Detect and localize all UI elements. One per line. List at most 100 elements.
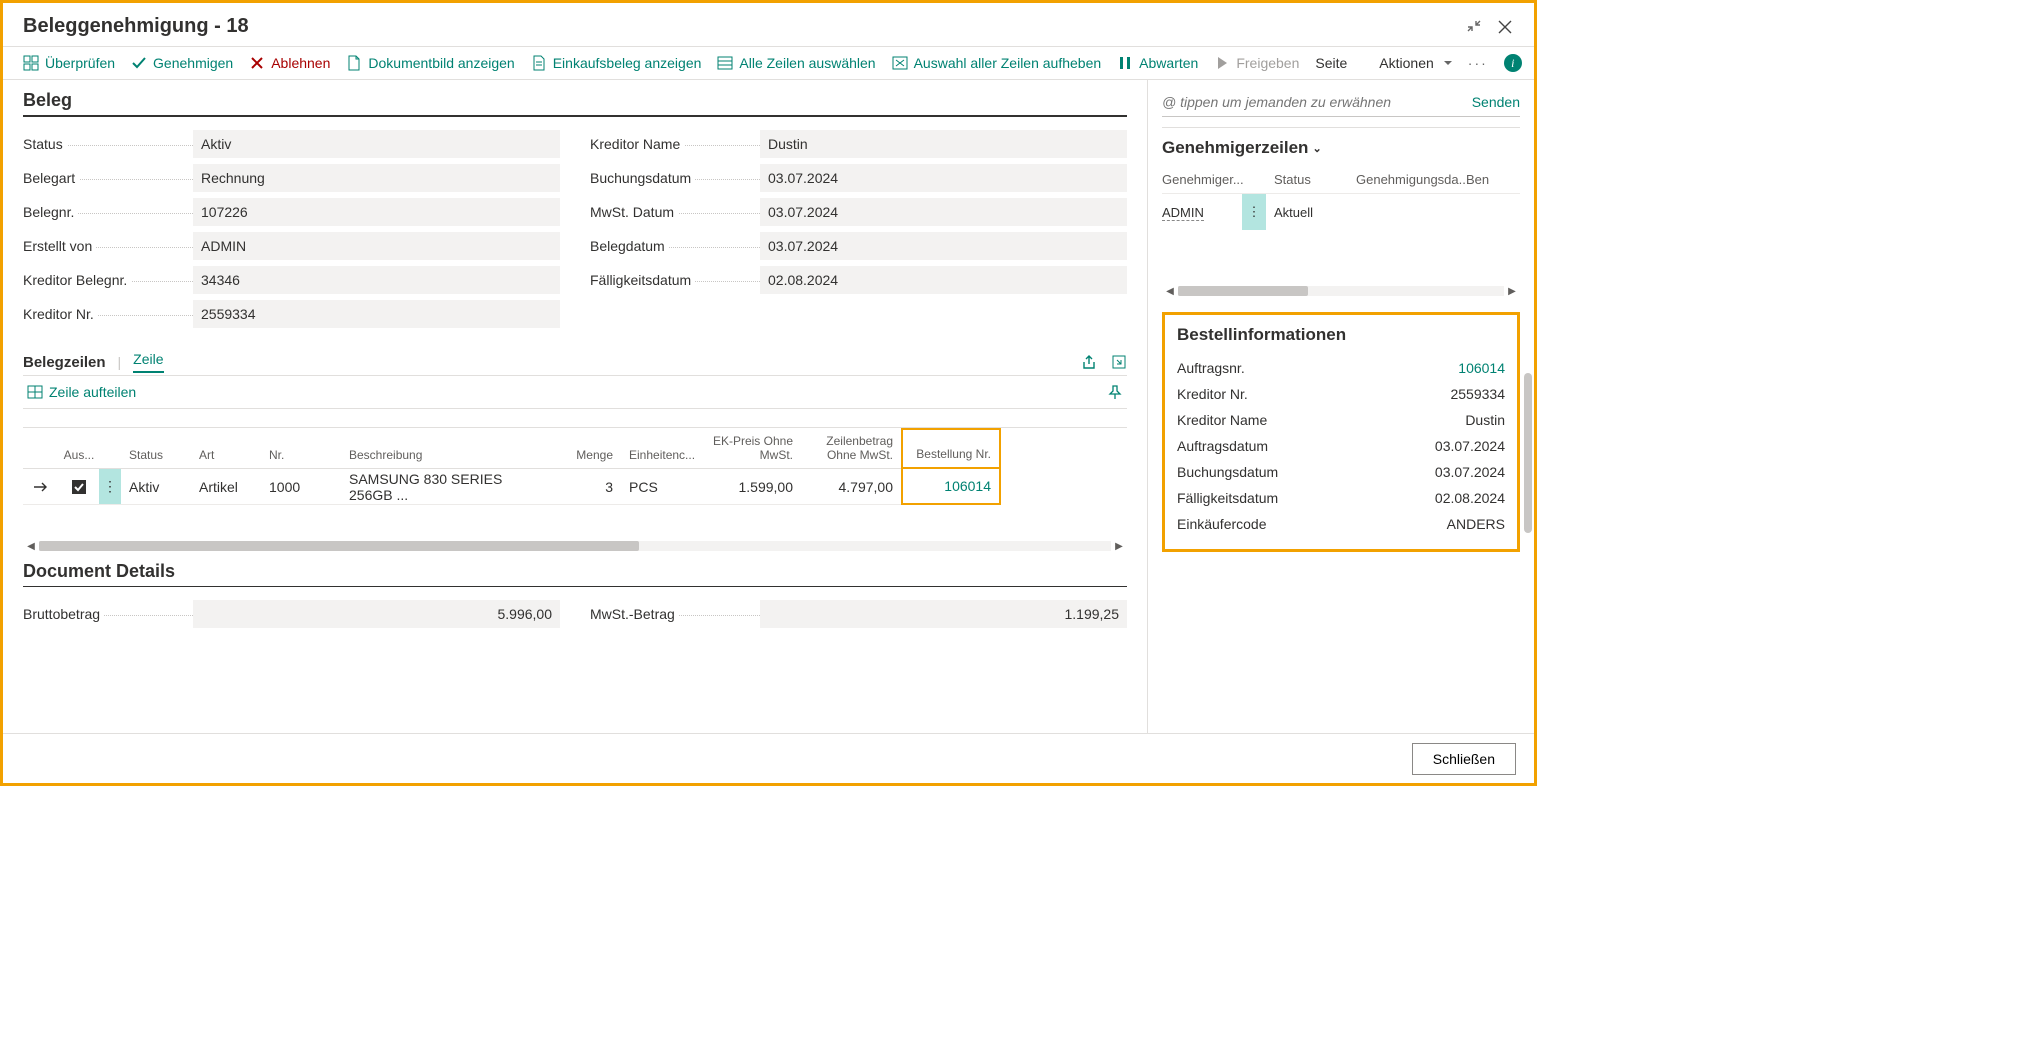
- col-nr[interactable]: Nr.: [261, 428, 341, 469]
- grid-icon: [23, 55, 39, 71]
- value-buchungsdatum[interactable]: 03.07.2024: [760, 164, 1127, 192]
- label-belegnr: Belegnr.: [23, 204, 193, 220]
- bestellinformationen-panel: Bestellinformationen Auftragsnr.106014 K…: [1162, 312, 1520, 552]
- grid-horizontal-scrollbar[interactable]: ◀▶: [23, 539, 1127, 553]
- approver-row-menu-icon[interactable]: ⋮: [1242, 194, 1266, 230]
- page-title: Beleggenehmigung - 18: [23, 15, 249, 38]
- release-button: Freigeben: [1214, 55, 1299, 71]
- more-menu[interactable]: ···: [1468, 55, 1488, 71]
- cell-status: Aktiv: [121, 469, 191, 505]
- col-status[interactable]: Status: [121, 428, 191, 469]
- value-auftragsnr[interactable]: 106014: [1458, 360, 1505, 376]
- close-button[interactable]: Schließen: [1412, 743, 1516, 775]
- split-line-button[interactable]: Zeile aufteilen: [27, 384, 136, 400]
- toolbar: Überprüfen Genehmigen Ablehnen Dokumentb…: [3, 46, 1534, 80]
- section-document-details: Document Details: [23, 561, 1127, 587]
- label-auftragsnr: Auftragsnr.: [1177, 360, 1245, 376]
- label-bruttobetrag: Bruttobetrag: [23, 606, 193, 622]
- expand-icon[interactable]: [1111, 354, 1127, 370]
- col-einheit[interactable]: Einheitenc...: [621, 428, 701, 469]
- select-all-button[interactable]: Alle Zeilen auswählen: [717, 55, 875, 71]
- cell-einheit: PCS: [621, 469, 701, 505]
- col-ben[interactable]: Ben: [1466, 172, 1506, 187]
- show-document-image-button[interactable]: Dokumentbild anzeigen: [346, 55, 514, 71]
- value-einkaeufercode: ANDERS: [1447, 516, 1505, 532]
- label-belegdatum: Belegdatum: [590, 238, 760, 254]
- col-art[interactable]: Art: [191, 428, 261, 469]
- value-order-buchungsdatum: 03.07.2024: [1435, 464, 1505, 480]
- label-order-faelligkeitsdatum: Fälligkeitsdatum: [1177, 490, 1278, 506]
- share-icon[interactable]: [1081, 354, 1097, 370]
- value-order-faelligkeitsdatum: 02.08.2024: [1435, 490, 1505, 506]
- col-ek-preis[interactable]: EK-Preis OhneMwSt.: [701, 428, 801, 469]
- value-auftragsdatum: 03.07.2024: [1435, 438, 1505, 454]
- section-genehmigerzeilen[interactable]: Genehmigerzeilen⌄: [1162, 138, 1520, 158]
- label-erstellt-von: Erstellt von: [23, 238, 193, 254]
- pin-icon[interactable]: [1107, 384, 1123, 400]
- show-purchase-doc-button[interactable]: Einkaufsbeleg anzeigen: [531, 55, 702, 71]
- document-icon: [531, 55, 547, 71]
- cell-art: Artikel: [191, 469, 261, 505]
- label-faelligkeitsdatum: Fälligkeitsdatum: [590, 272, 760, 288]
- x-icon: [249, 55, 265, 71]
- vertical-scrollbar[interactable]: [1522, 63, 1532, 727]
- cell-bestellung-nr[interactable]: 106014: [901, 469, 1001, 505]
- approvers-horizontal-scrollbar[interactable]: ◀▶: [1162, 284, 1520, 298]
- cell-beschreibung: SAMSUNG 830 SERIES 256GB ...: [341, 469, 551, 505]
- approve-button[interactable]: Genehmigen: [131, 55, 233, 71]
- value-kreditor-name[interactable]: Dustin: [760, 130, 1127, 158]
- label-status: Status: [23, 136, 193, 152]
- side-panel: Senden Genehmigerzeilen⌄ Genehmiger... S…: [1148, 80, 1534, 750]
- value-faelligkeitsdatum[interactable]: 02.08.2024: [760, 266, 1127, 294]
- value-belegart[interactable]: Rechnung: [193, 164, 560, 192]
- cell-nr: 1000: [261, 469, 341, 505]
- tab-zeile[interactable]: Zeile: [133, 351, 163, 373]
- col-genehmiger[interactable]: Genehmiger...: [1162, 172, 1242, 187]
- col-zeilenbetrag[interactable]: ZeilenbetragOhne MwSt.: [801, 428, 901, 469]
- collapse-icon[interactable]: [1466, 18, 1482, 36]
- chevron-down-icon: ⌄: [1312, 142, 1321, 155]
- label-mwst-betrag: MwSt.-Betrag: [590, 606, 760, 622]
- deselect-all-icon: [892, 55, 908, 71]
- mention-input[interactable]: [1162, 94, 1472, 110]
- row-selector-icon[interactable]: [23, 469, 59, 505]
- label-order-buchungsdatum: Buchungsdatum: [1177, 464, 1278, 480]
- label-buchungsdatum: Buchungsdatum: [590, 170, 760, 186]
- close-icon[interactable]: [1496, 18, 1514, 36]
- value-belegdatum[interactable]: 03.07.2024: [760, 232, 1127, 260]
- cell-status-side: Aktuell: [1266, 205, 1356, 220]
- page-menu[interactable]: Seite: [1315, 55, 1347, 71]
- value-status[interactable]: Aktiv: [193, 130, 560, 158]
- value-belegnr[interactable]: 107226: [193, 198, 560, 226]
- reject-button[interactable]: Ablehnen: [249, 55, 330, 71]
- deselect-all-button[interactable]: Auswahl aller Zeilen aufheben: [892, 55, 1102, 71]
- value-mwst-datum[interactable]: 03.07.2024: [760, 198, 1127, 226]
- cell-genehmiger[interactable]: ADMIN: [1162, 205, 1204, 221]
- row-checkbox[interactable]: [59, 469, 99, 505]
- review-button[interactable]: Überprüfen: [23, 55, 115, 71]
- send-button[interactable]: Senden: [1472, 94, 1520, 110]
- split-icon: [27, 384, 43, 400]
- cell-menge: 3: [551, 469, 621, 505]
- value-kreditor-belegnr[interactable]: 34346: [193, 266, 560, 294]
- cell-zeilenbetrag: 4.797,00: [801, 469, 901, 505]
- value-kreditor-nr[interactable]: 2559334: [193, 300, 560, 328]
- wait-button[interactable]: Abwarten: [1117, 55, 1198, 71]
- approver-row[interactable]: ADMIN ⋮ Aktuell: [1162, 194, 1520, 230]
- value-bruttobetrag[interactable]: 5.996,00: [193, 600, 560, 628]
- col-bestellung-nr[interactable]: Bestellung Nr.: [901, 428, 1001, 469]
- row-menu-icon[interactable]: ⋮: [99, 469, 121, 505]
- actions-menu[interactable]: Aktionen: [1379, 55, 1451, 71]
- label-kreditor-name: Kreditor Name: [590, 136, 760, 152]
- col-status-side[interactable]: Status: [1266, 172, 1356, 187]
- main-content: Beleg StatusAktiv BelegartRechnung Beleg…: [3, 80, 1148, 750]
- value-mwst-betrag[interactable]: 1.199,25: [760, 600, 1127, 628]
- info-icon[interactable]: i: [1504, 54, 1522, 72]
- col-beschreibung[interactable]: Beschreibung: [341, 428, 551, 469]
- col-menge[interactable]: Menge: [551, 428, 621, 469]
- table-row[interactable]: ⋮ Aktiv Artikel 1000 SAMSUNG 830 SERIES …: [23, 469, 1127, 505]
- label-kreditor-belegnr: Kreditor Belegnr.: [23, 272, 193, 288]
- col-genehmigungsdatum[interactable]: Genehmigungsda...: [1356, 172, 1466, 187]
- col-aus[interactable]: Aus...: [59, 428, 99, 469]
- value-erstellt-von[interactable]: ADMIN: [193, 232, 560, 260]
